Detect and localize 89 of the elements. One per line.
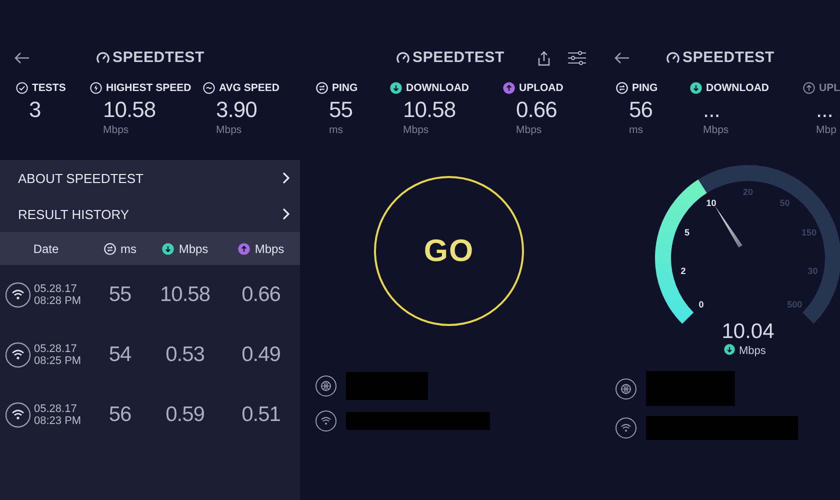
ping-icon (616, 82, 628, 94)
unit-label: Mbps (216, 124, 243, 136)
stat-label: PING (632, 82, 658, 94)
globe-icon (315, 375, 337, 397)
date-time-text: 05.28.17 08:25 PM (34, 343, 82, 367)
wave-icon (203, 82, 215, 94)
app-logo-text: SPEEDTEST (112, 49, 204, 66)
gauge-tick-label: 50 (780, 198, 790, 208)
unit-label: Mbps (703, 124, 730, 136)
unit-label: Mbps (403, 124, 430, 136)
unit-label: Mbps (103, 124, 130, 136)
ping-cell-text: 55 (108, 283, 132, 307)
sliders-icon[interactable] (568, 51, 586, 65)
share-icon[interactable] (538, 50, 550, 66)
gauge-tick-label: 0 (698, 300, 704, 310)
date-time-text: 05.28.17 08:23 PM (34, 403, 82, 427)
stat-value: 10.58 (403, 96, 457, 124)
upload-cell-text: 0.51 (240, 403, 282, 427)
upload-cell-text: 0.66 (240, 283, 282, 307)
stat-value: 0.66 (516, 96, 558, 124)
go-button[interactable]: GO (374, 176, 524, 326)
download-cell-text: 0.53 (164, 343, 206, 367)
column-header: Date (33, 242, 59, 256)
stat-value: 10.58 (103, 96, 157, 124)
stat-value: 3 (29, 96, 42, 124)
speed-reading: 10.04 (722, 320, 774, 343)
menu-item[interactable]: RESULT HISTORY (0, 196, 300, 232)
app-logo-text: SPEEDTEST (682, 49, 774, 66)
gauge-logo-icon (666, 50, 680, 64)
upload-icon (238, 242, 250, 254)
gauge-tick-label: 10 (706, 198, 716, 208)
download-cell-text: 0.59 (164, 403, 206, 427)
gauge-logo-icon (396, 50, 410, 64)
chevron-icon (282, 208, 290, 220)
unit-label: Mbps (739, 345, 766, 357)
ping-icon (104, 242, 116, 254)
chevron-icon (282, 172, 290, 184)
wifi-icon (5, 342, 31, 368)
gauge-tick-label: 20 (743, 187, 753, 197)
globe-icon (615, 378, 637, 400)
app-logo-text: SPEEDTEST (412, 49, 504, 66)
stat-label: UPLOAD (519, 82, 564, 94)
download-icon (162, 242, 174, 254)
column-header: Mbps (254, 242, 284, 256)
download-icon (690, 82, 702, 94)
download-cell-text: 10.58 (158, 283, 212, 307)
stat-label: DOWNLOAD (406, 82, 469, 94)
stat-value: ... (703, 96, 721, 124)
gauge-tick-label: 30 (808, 266, 818, 276)
stat-value: 56 (629, 96, 654, 124)
unit-label: Mbps (516, 124, 543, 136)
gauge-logo-icon (96, 50, 110, 64)
stat-label: PING (332, 82, 358, 94)
unit-label: ms (329, 124, 344, 136)
stat-label: HIGHEST SPEED (106, 82, 192, 94)
stat-label: DOWNLOAD (706, 82, 769, 94)
bolt-icon (90, 82, 102, 94)
back-arrow-icon[interactable] (614, 52, 630, 64)
stat-value: ... (816, 96, 834, 124)
gauge-tick-label: 5 (684, 228, 690, 238)
date-time-text: 05.28.17 08:28 PM (34, 283, 82, 307)
ping-icon (316, 82, 328, 94)
column-header: Mbps (178, 242, 208, 256)
column-header: ms (120, 242, 136, 256)
download-icon (724, 344, 735, 355)
unit-label: Mbp (816, 124, 838, 136)
upload-icon (803, 82, 815, 94)
stat-label: UPL (819, 82, 840, 94)
back-arrow-icon[interactable] (14, 52, 30, 64)
stat-value: 3.90 (216, 96, 258, 124)
gauge-tick-label: 500 (787, 300, 802, 310)
wifi-icon (5, 402, 31, 428)
gauge-tick-label: 150 (801, 228, 817, 238)
wifi-icon (315, 410, 337, 432)
download-icon (390, 82, 402, 94)
stat-label: AVG SPEED (219, 82, 280, 94)
upload-cell-text: 0.49 (240, 343, 282, 367)
stat-label: TESTS (32, 82, 66, 94)
gauge-needle (714, 206, 742, 248)
gauge-tick-label: 2 (680, 266, 686, 276)
wifi-icon (5, 282, 31, 308)
upload-icon (503, 82, 515, 94)
menu-item[interactable]: ABOUT SPEEDTEST (0, 160, 300, 196)
wifi-icon (615, 417, 637, 439)
ping-cell-text: 56 (108, 403, 132, 427)
check-icon (16, 82, 28, 94)
stat-value: 55 (329, 96, 354, 124)
unit-label: ms (629, 124, 644, 136)
ping-cell-text: 54 (108, 343, 132, 367)
